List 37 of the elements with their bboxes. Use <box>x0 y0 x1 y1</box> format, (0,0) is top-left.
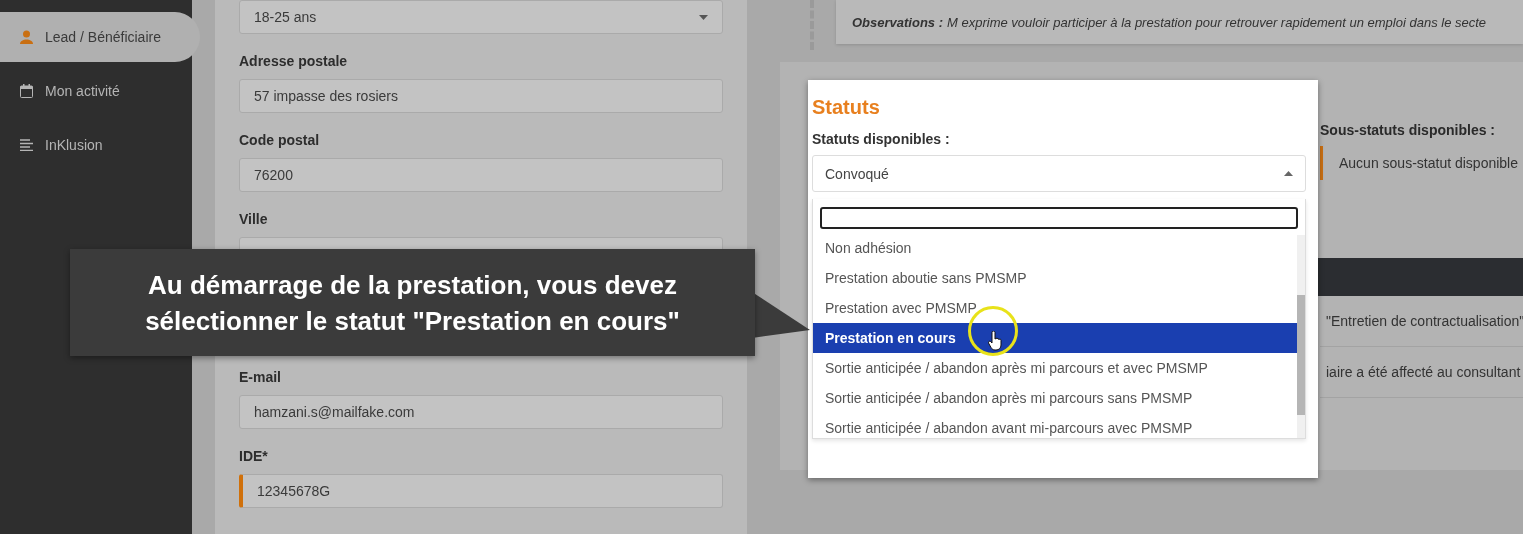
input-field[interactable]: 57 impasse des rosiers <box>239 79 723 113</box>
dropdown-option[interactable]: Sortie anticipée / abandon après mi parcours et avec PMSMP <box>813 353 1297 383</box>
dropdown-option[interactable]: Sortie anticipée / abandon après mi parcours sans PMSMP <box>813 383 1297 413</box>
scrollbar[interactable] <box>1297 235 1305 438</box>
field-label: Adresse postale <box>239 53 349 69</box>
field-label: Statuts disponibles : <box>812 131 951 147</box>
dropdown-option[interactable]: Prestation aboutie sans PMSMP <box>813 263 1297 293</box>
history-row: "Entretien de contractualisation" <box>1320 296 1523 347</box>
search-field[interactable] <box>820 207 1298 229</box>
calendar-icon <box>20 84 33 98</box>
callout-pointer-tooltip <box>752 292 810 338</box>
sidebar-item[interactable]: Mon activité <box>0 66 200 116</box>
input-field[interactable]: hamzani.s@mailfake.com <box>239 395 723 429</box>
person-icon <box>20 30 33 44</box>
sidebar-item[interactable]: InKlusion <box>0 120 200 170</box>
hand-cursor-icon <box>988 331 1002 351</box>
field-label: Ville <box>239 211 269 227</box>
input-field[interactable]: 76200 <box>239 158 723 192</box>
input-field[interactable]: 12345678G <box>239 474 723 508</box>
caret-icon <box>699 14 708 20</box>
dialog-title: Statuts <box>812 96 881 119</box>
dropdown-option[interactable]: Non adhésion <box>813 235 1297 263</box>
lines-icon <box>20 139 33 151</box>
status-select[interactable]: Convoqué <box>812 155 1306 192</box>
history-row: iaire a été affecté au consultant <box>1320 347 1523 398</box>
field-label: IDE* <box>239 448 269 464</box>
dropdown-option[interactable]: Prestation en cours <box>813 323 1297 353</box>
caret-icon <box>1284 171 1293 176</box>
sidebar-item[interactable]: Lead / Bénéficiaire <box>0 12 200 62</box>
callout-tooltip: Au démarrage de la prestation, vous devez sélectionner le statut "Prestation en cours" <box>70 249 755 356</box>
select-field[interactable]: 18-25 ans <box>239 0 723 34</box>
dropdown-option[interactable]: Sortie anticipée / abandon avant mi-parcours avec PMSMP <box>813 413 1297 438</box>
observations-text: Observations : M exprime vouloir participer à la prestation pour retrouver rapidement un emploi dans le secte <box>836 0 1523 44</box>
field-label: Code postal <box>239 132 321 148</box>
field-label: E-mail <box>239 369 282 385</box>
field-label: Sous-statuts disponibles : <box>1320 122 1496 138</box>
dropdown-option[interactable]: Prestation avec PMSMP <box>813 293 1297 323</box>
